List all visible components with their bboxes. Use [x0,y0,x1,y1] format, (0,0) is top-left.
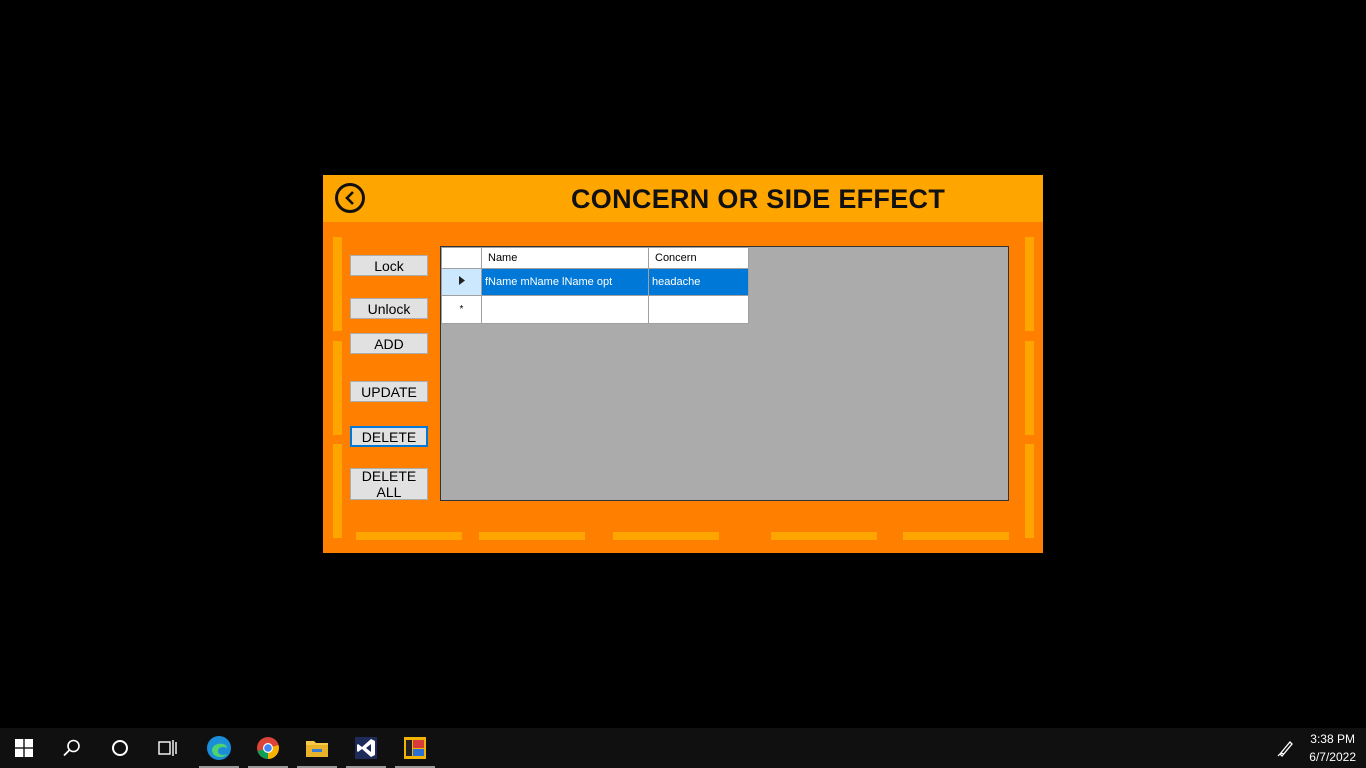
title-bar: CONCERN OR SIDE EFFECT [323,175,1043,222]
delete-all-label-line1: DELETE [361,468,417,484]
column-header-name[interactable]: Name [481,247,649,269]
delete-all-label-line2: ALL [376,484,402,500]
decor-bar-bottom-2 [479,532,585,540]
decor-bar-bottom-4 [771,532,877,540]
decor-bar-bottom-3 [613,532,719,540]
windows-start-icon[interactable] [0,728,48,768]
visual-studio-icon[interactable] [342,728,390,768]
back-button[interactable] [335,183,365,213]
cell-name[interactable]: fName mName lName opt [481,268,649,296]
taskbar: 3:38 PM 6/7/2022 [0,728,1366,768]
chrome-icon[interactable] [244,728,292,768]
clock-date: 6/7/2022 [1309,750,1356,764]
new-row[interactable]: * [441,295,749,324]
table-row[interactable]: fName mName lName opt headache [441,268,749,296]
decor-bar-right-3 [1025,444,1034,538]
decor-bar-bottom-5 [903,532,1009,540]
decor-bar-left-1 [333,237,342,331]
delete-button[interactable]: DELETE [350,426,428,447]
decor-bar-right-1 [1025,237,1034,331]
pen-workspace-icon[interactable] [1262,728,1310,768]
concern-form-window: CONCERN OR SIDE EFFECT Lock Unlock ADD U… [323,175,1043,553]
decor-bar-left-3 [333,444,342,538]
delete-all-button[interactable]: DELETE ALL [350,468,428,500]
edge-icon[interactable] [195,728,243,768]
grid-corner-header [441,247,482,269]
unlock-button[interactable]: Unlock [350,298,428,319]
new-row-cell-name[interactable] [481,295,649,324]
chevron-left-icon [345,191,354,205]
current-row-arrow-icon [458,276,465,285]
new-row-marker: * [441,295,482,324]
column-header-concern[interactable]: Concern [648,247,749,269]
add-button[interactable]: ADD [350,333,428,354]
lock-button[interactable]: Lock [350,255,428,276]
task-view-icon[interactable] [144,728,192,768]
decor-bar-left-2 [333,341,342,435]
row-selector[interactable] [441,268,482,296]
clock-time: 3:38 PM [1310,732,1355,746]
cortana-icon[interactable] [96,728,144,768]
cell-concern[interactable]: headache [648,268,749,296]
decor-bar-bottom-1 [356,532,462,540]
search-icon[interactable] [48,728,96,768]
system-clock[interactable]: 3:38 PM 6/7/2022 [1309,730,1356,766]
update-button[interactable]: UPDATE [350,381,428,402]
file-explorer-icon[interactable] [293,728,341,768]
app-icon[interactable] [391,728,439,768]
new-row-cell-concern[interactable] [648,295,749,324]
decor-bar-right-2 [1025,341,1034,435]
concern-data-grid[interactable]: Name Concern fName mName lName opt heada… [440,246,1009,501]
page-title: CONCERN OR SIDE EFFECT [571,184,946,214]
